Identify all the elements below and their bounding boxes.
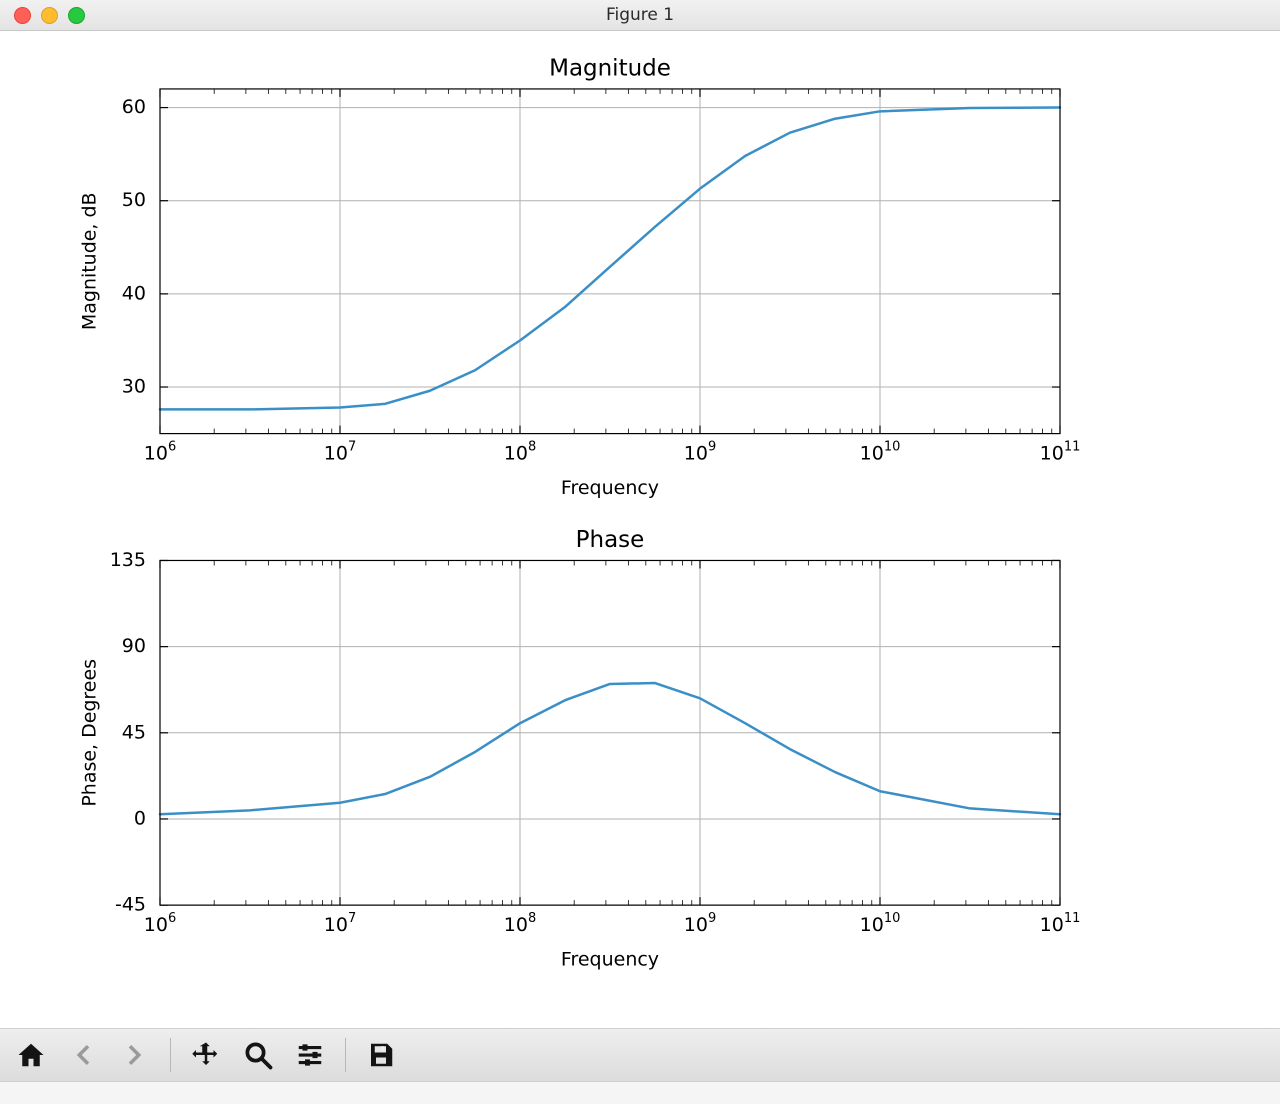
svg-text:Phase, Degrees: Phase, Degrees (78, 659, 100, 807)
svg-text:90: 90 (122, 635, 146, 657)
arrow-right-icon (120, 1040, 150, 1070)
svg-text:Frequency: Frequency (561, 477, 659, 499)
svg-text:Magnitude: Magnitude (549, 55, 671, 81)
svg-text:45: 45 (122, 721, 146, 743)
svg-text:Phase: Phase (576, 527, 645, 553)
minimize-window-button[interactable] (41, 7, 58, 24)
svg-text:108: 108 (504, 911, 536, 936)
svg-text:108: 108 (504, 440, 536, 465)
pan-button[interactable] (189, 1038, 223, 1072)
svg-text:30: 30 (122, 376, 146, 398)
svg-text:1011: 1011 (1040, 440, 1081, 465)
svg-text:107: 107 (324, 911, 356, 936)
figure-window: Figure 1 106 107 108 109 1010 1011 30 40 50 60 Fre… (0, 0, 1280, 1104)
zoom-button[interactable] (241, 1038, 275, 1072)
svg-text:60: 60 (122, 96, 146, 118)
home-icon (16, 1040, 46, 1070)
svg-text:50: 50 (122, 189, 146, 211)
figure-canvas[interactable]: 106 107 108 109 1010 1011 30 40 50 60 Frequency Mag… (0, 31, 1280, 1028)
configure-subplots-button[interactable] (293, 1038, 327, 1072)
toolbar-separator (170, 1038, 171, 1072)
save-icon (366, 1040, 396, 1070)
move-icon (191, 1040, 221, 1070)
svg-text:0: 0 (134, 807, 146, 829)
toolbar-separator (345, 1038, 346, 1072)
titlebar: Figure 1 (0, 0, 1280, 31)
svg-text:109: 109 (684, 440, 716, 465)
svg-text:1010: 1010 (860, 440, 901, 465)
svg-text:Frequency: Frequency (561, 949, 659, 971)
sliders-icon (295, 1040, 325, 1070)
svg-text:106: 106 (144, 911, 176, 936)
home-button[interactable] (14, 1038, 48, 1072)
svg-text:106: 106 (144, 440, 176, 465)
traffic-lights (14, 7, 85, 24)
svg-text:1010: 1010 (860, 911, 901, 936)
svg-text:109: 109 (684, 911, 716, 936)
svg-text:-45: -45 (115, 894, 146, 916)
statusbar (0, 1081, 1280, 1104)
forward-button[interactable] (118, 1038, 152, 1072)
svg-text:107: 107 (324, 440, 356, 465)
svg-text:40: 40 (122, 282, 146, 304)
mpl-toolbar (0, 1028, 1280, 1081)
zoom-window-button[interactable] (68, 7, 85, 24)
svg-text:135: 135 (110, 549, 146, 571)
arrow-left-icon (68, 1040, 98, 1070)
zoom-icon (243, 1040, 273, 1070)
svg-text:Magnitude, dB: Magnitude, dB (78, 192, 100, 330)
svg-text:1011: 1011 (1040, 911, 1081, 936)
save-button[interactable] (364, 1038, 398, 1072)
close-window-button[interactable] (14, 7, 31, 24)
back-button[interactable] (66, 1038, 100, 1072)
window-title: Figure 1 (0, 5, 1280, 25)
